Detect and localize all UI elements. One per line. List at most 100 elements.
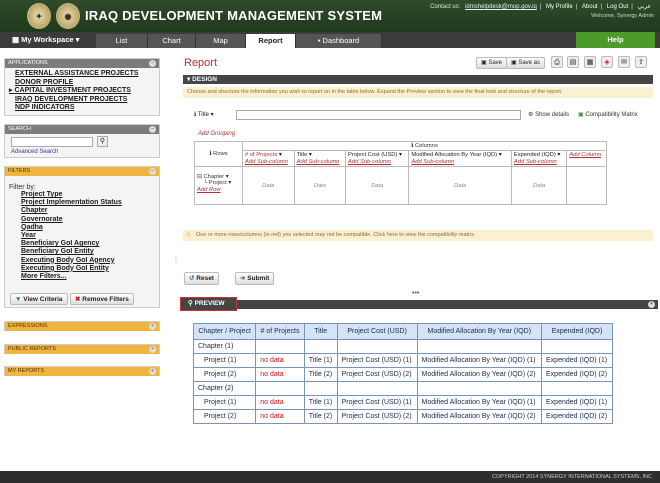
preview-header[interactable]: ⚲ PREVIEW × xyxy=(180,297,658,311)
search-input[interactable] xyxy=(11,137,93,147)
column-header[interactable]: Project Cost (USD) ▾ Add Sub-column xyxy=(345,150,410,167)
tab-map[interactable]: Map xyxy=(196,34,246,48)
column-header[interactable]: Modified Allocation By Year (IQD) ▾ Add S… xyxy=(408,150,512,167)
filter-link[interactable]: Project Type xyxy=(5,191,159,199)
public-reports-panel[interactable]: PUBLIC REPORTS + xyxy=(4,344,160,354)
add-grouping-link[interactable]: Add Grouping xyxy=(198,131,235,137)
collapse-icon[interactable]: – xyxy=(149,168,156,175)
save-as-button[interactable]: ▣ Save as xyxy=(506,57,546,69)
info-icon: ℹ xyxy=(209,151,212,157)
search-header: SEARCH – xyxy=(5,125,159,134)
add-sub-column-link[interactable]: Add Sub-column xyxy=(348,159,406,165)
collapse-icon[interactable]: – xyxy=(149,126,156,133)
app-link-donor[interactable]: DONOR PROFILE xyxy=(5,79,159,88)
dropdown-icon[interactable]: ▾ xyxy=(307,152,312,158)
email-icon[interactable]: ✉ xyxy=(618,56,630,68)
print-icon[interactable]: ⎙ xyxy=(551,56,563,68)
add-row-link[interactable]: Add Row xyxy=(197,187,240,193)
add-sub-column-link[interactable]: Add Sub-column xyxy=(297,159,344,165)
tab-report[interactable]: Report xyxy=(246,34,296,48)
rows-label: Rows xyxy=(213,151,228,157)
preview-column-header: Expended (IQD) xyxy=(541,323,613,340)
column-header-label: Add Column xyxy=(569,152,602,158)
preview-column-header: Modified Allocation By Year (IQD) xyxy=(416,323,543,340)
filter-link[interactable]: Executing Body GoI Entity xyxy=(5,265,159,273)
filter-link[interactable]: Chapter xyxy=(5,207,159,215)
help-button[interactable]: Help xyxy=(576,32,655,48)
ministry-seal-icon: ◉ xyxy=(56,3,80,29)
arabic-link[interactable]: عربي xyxy=(637,4,651,10)
search-icon[interactable]: ⚲ xyxy=(97,136,108,147)
column-header[interactable]: Expended (IQD) ▾ Add Sub-column xyxy=(510,150,568,167)
empty-cell xyxy=(416,339,543,354)
app-link-ndp[interactable]: NDP INDICATORS xyxy=(5,104,159,113)
share-icon[interactable]: ⇪ xyxy=(635,56,647,68)
close-icon[interactable]: × xyxy=(648,301,655,308)
dropdown-icon[interactable]: ▾ xyxy=(397,152,402,158)
contact-email-link[interactable]: idmshelpdesk@mop.gov.iq xyxy=(465,4,537,10)
filter-link[interactable]: Beneficiary GoI Agency xyxy=(5,240,159,248)
row-project[interactable]: └ Project ▾ xyxy=(203,180,240,186)
filter-link[interactable]: Year xyxy=(5,232,159,240)
pdf-icon[interactable]: ◈ xyxy=(601,56,613,68)
tab-chart[interactable]: Chart xyxy=(148,34,196,48)
info-icon: ℹ xyxy=(194,112,197,118)
filter-link[interactable]: Beneficiary GoI Entity xyxy=(5,248,159,256)
filter-link[interactable]: More Filters... xyxy=(5,273,159,281)
filter-link[interactable]: Governorate xyxy=(5,216,159,224)
excel-icon[interactable]: ▦ xyxy=(584,56,596,68)
column-header[interactable]: Add Column xyxy=(566,150,607,167)
my-reports-panel[interactable]: MY REPORTS + xyxy=(4,366,160,376)
advanced-search-link[interactable]: Advanced Search xyxy=(11,149,58,155)
applications-panel: APPLICATIONS – EXTERNAL ASSISTANCE PROJEC… xyxy=(4,58,160,116)
filter-link[interactable]: Executing Body GoI Agency xyxy=(5,257,159,265)
my-profile-link[interactable]: My Profile xyxy=(546,4,573,10)
expressions-title: EXPRESSIONS xyxy=(8,323,48,329)
design-header[interactable]: ▾ DESIGN xyxy=(183,75,653,84)
column-header[interactable]: # of Projects ▾ Add Sub-column xyxy=(242,150,295,167)
my-workspace-tab[interactable]: ▦ My Workspace ▾ xyxy=(0,32,80,48)
add-sub-column-link[interactable]: Add Sub-column xyxy=(245,159,292,165)
filter-link[interactable]: Qadha xyxy=(5,224,159,232)
compat-matrix-link[interactable]: ▣ Compatibility Matrix xyxy=(578,111,638,118)
search-panel: SEARCH – ⚲ Advanced Search xyxy=(4,124,160,158)
remove-filters-button[interactable]: ✖ Remove Filters xyxy=(70,293,134,305)
row-project-label: Project xyxy=(208,180,227,186)
expand-icon[interactable]: + xyxy=(149,323,156,330)
resize-handle-icon[interactable]: ••• xyxy=(412,290,419,297)
show-details-toggle[interactable]: ⚙ Show details xyxy=(528,111,569,118)
tab-list[interactable]: List xyxy=(96,34,148,48)
tab-dashboard[interactable]: ▪ Dashboard xyxy=(296,34,382,48)
logout-link[interactable]: Log Out xyxy=(607,4,628,10)
reset-button[interactable]: ↺ Reset xyxy=(184,272,219,285)
preview-tab[interactable]: ⚲ PREVIEW xyxy=(180,297,237,311)
expand-icon[interactable]: + xyxy=(149,368,156,375)
app-link-external[interactable]: EXTERNAL ASSISTANCE PROJECTS xyxy=(5,70,159,79)
column-header[interactable]: Title ▾ Add Sub-column xyxy=(293,150,347,167)
dropdown-icon[interactable]: ▾ xyxy=(556,152,560,158)
export-icon[interactable]: ▤ xyxy=(567,56,579,68)
empty-cell xyxy=(336,381,418,396)
app-link-capital[interactable]: ▸ CAPITAL INVESTMENT PROJECTS xyxy=(5,87,159,96)
collapse-icon[interactable]: – xyxy=(149,60,156,67)
view-criteria-button[interactable]: ▼ View Criteria xyxy=(10,293,68,305)
dropdown-icon[interactable]: ▾ xyxy=(211,112,214,118)
column-header-label: Project Cost (USD) xyxy=(348,152,398,158)
table-cell: no data xyxy=(255,395,305,410)
about-link[interactable]: About xyxy=(582,4,598,10)
expressions-panel[interactable]: EXPRESSIONS + xyxy=(4,321,160,331)
title-label-text: Title xyxy=(197,112,209,118)
app-link-idp[interactable]: IRAQ DEVELOPMENT PROJECTS xyxy=(5,96,159,105)
dropdown-icon[interactable]: ▾ xyxy=(277,152,282,158)
save-button[interactable]: ▣ Save xyxy=(476,57,508,69)
splitter-handle-icon[interactable]: ⋮ xyxy=(173,256,179,263)
my-workspace-label: My Workspace xyxy=(21,35,74,44)
add-sub-column-link[interactable]: Add Sub-column xyxy=(411,159,509,165)
filter-link[interactable]: Project Implementation Status xyxy=(5,199,159,207)
add-sub-column-link[interactable]: Add Sub-column xyxy=(514,159,564,165)
dropdown-icon[interactable]: ▾ xyxy=(497,152,502,158)
expand-icon[interactable]: + xyxy=(149,346,156,353)
submit-button[interactable]: ➔ Submit xyxy=(235,272,275,285)
table-cell: Modified Allocation By Year (IQD) (2) xyxy=(416,367,543,382)
title-input[interactable] xyxy=(236,110,521,120)
